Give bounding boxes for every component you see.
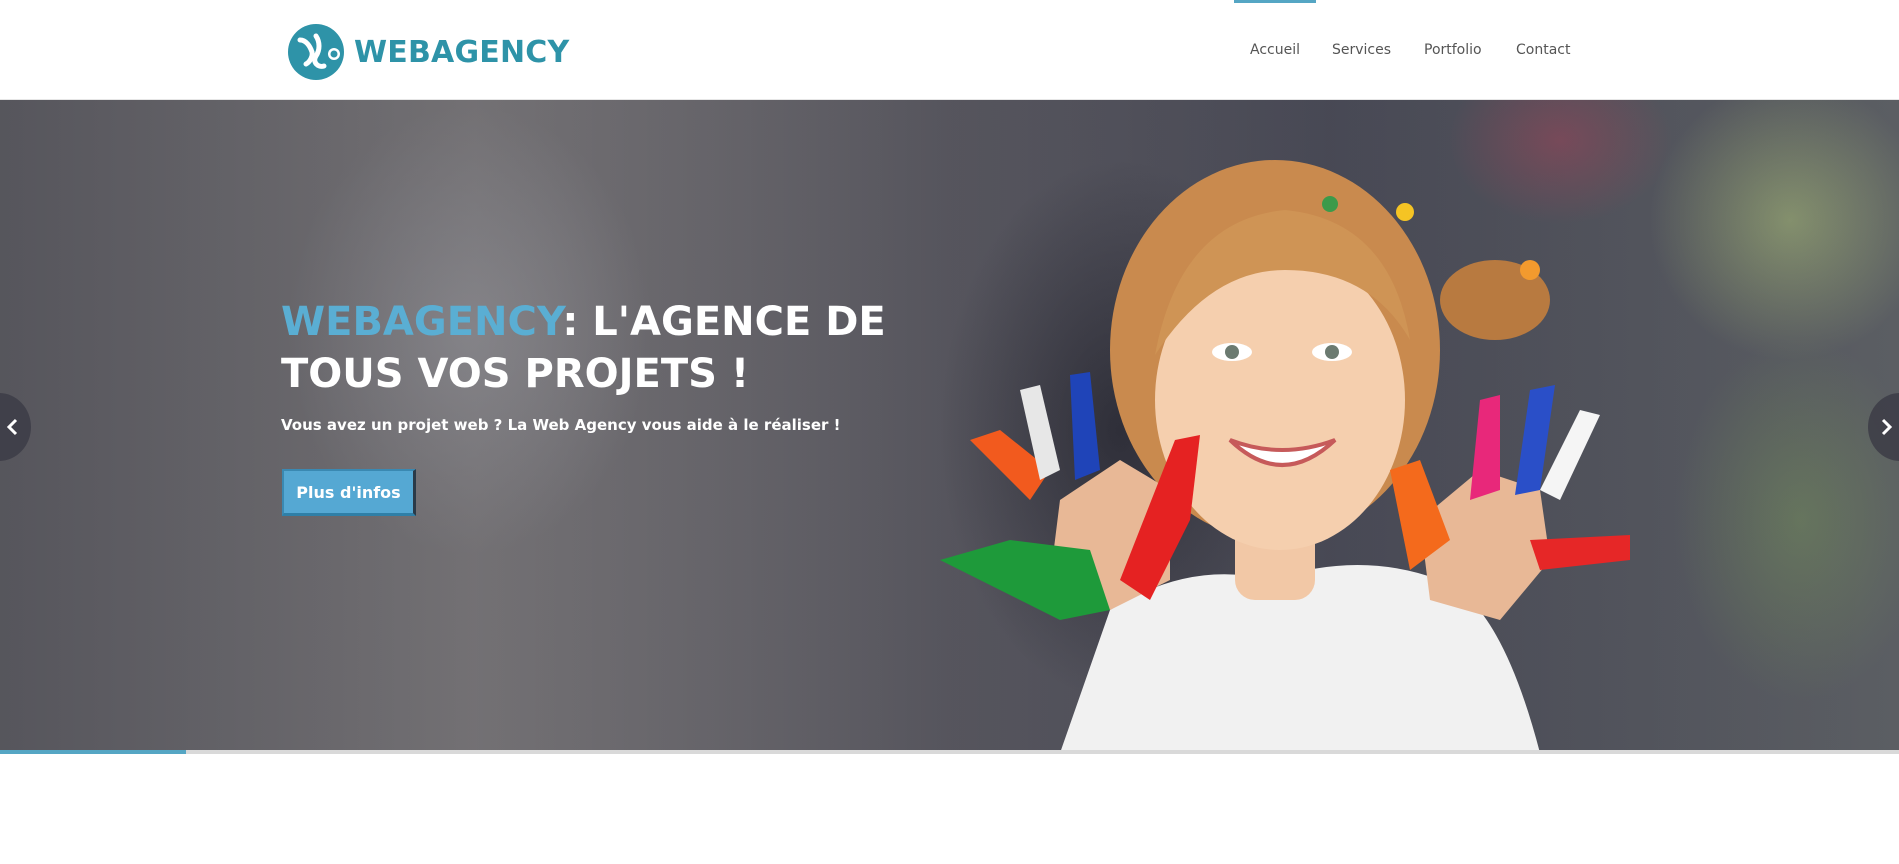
chevron-right-icon	[1881, 418, 1893, 436]
hero-title: WEBAGENCY: L'AGENCE DE TOUS VOS PROJETS …	[281, 296, 1001, 400]
site-header: WEBAGENCY Accueil Services Portfolio Con…	[0, 0, 1899, 100]
hero-title-brand: WEBAGENCY	[281, 299, 563, 345]
logo-icon	[288, 24, 344, 80]
nav-accueil[interactable]: Accueil	[1234, 0, 1316, 100]
logo[interactable]: WEBAGENCY	[286, 22, 569, 82]
hero-slider: WEBAGENCY: L'AGENCE DE TOUS VOS PROJETS …	[0, 100, 1899, 753]
slide-progress-fill	[0, 750, 187, 754]
nav-portfolio[interactable]: Portfolio	[1424, 0, 1482, 100]
chevron-left-icon	[6, 418, 18, 436]
more-info-button[interactable]: Plus d'infos	[282, 469, 416, 516]
logo-text: WEBAGENCY	[354, 34, 570, 70]
hero-image	[940, 160, 1630, 753]
nav-contact[interactable]: Contact	[1516, 0, 1570, 100]
nav-services[interactable]: Services	[1332, 0, 1391, 100]
slide-progress-bar	[0, 750, 1899, 754]
hero-subtitle: Vous avez un projet web ? La Web Agency …	[281, 416, 841, 434]
